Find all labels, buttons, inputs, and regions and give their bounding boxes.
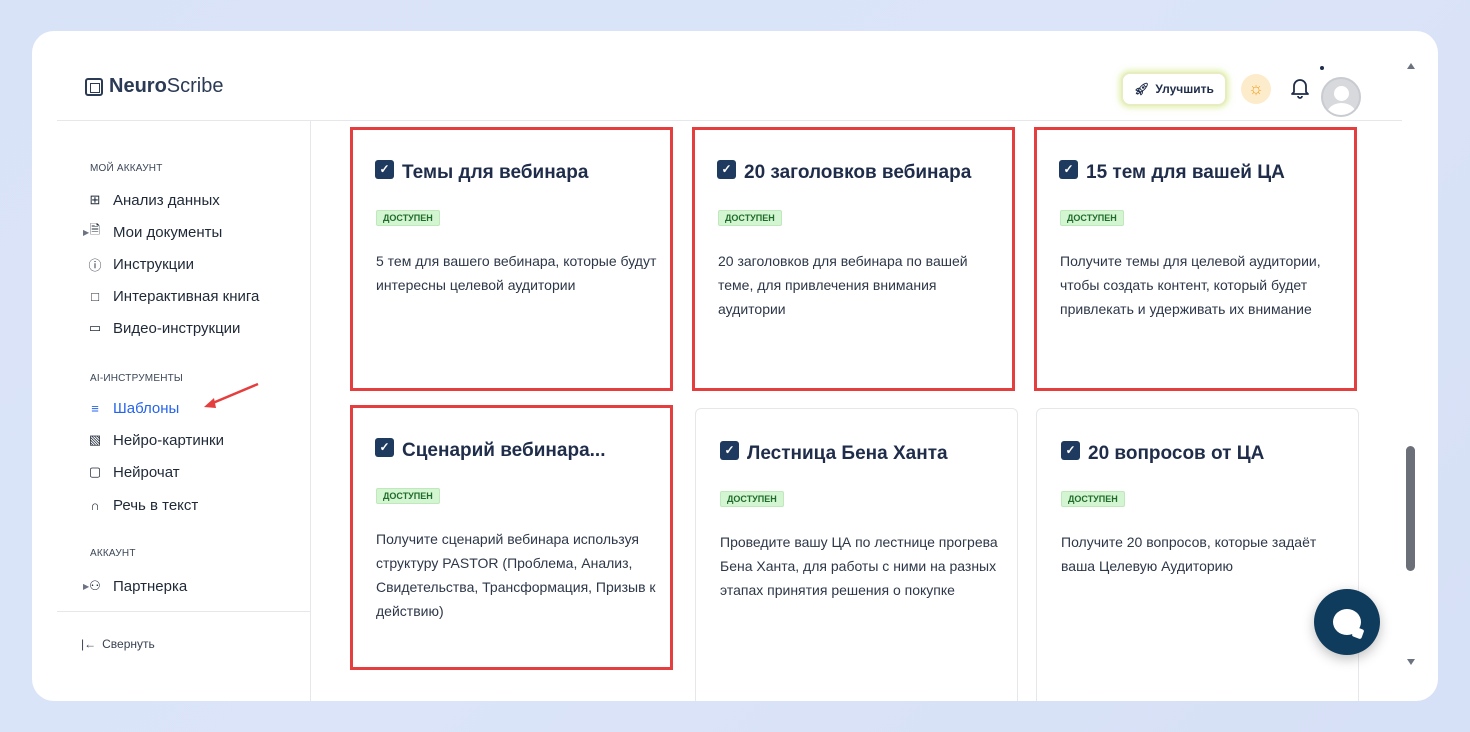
sidebar-item-neuro-images[interactable]: ▧ Нейро-картинки <box>87 429 224 451</box>
card-title-text: Лестница Бена Ханта <box>747 443 948 464</box>
card-title-text: 20 вопросов от ЦА <box>1088 443 1265 464</box>
section-title-my-account: МОЙ АККАУНТ <box>90 163 163 174</box>
card-description: Получите сценарий вебинара используя стр… <box>376 531 656 619</box>
collapse-button[interactable]: |← Свернуть <box>81 637 155 651</box>
users-icon: ⚇ <box>89 578 101 593</box>
sidebar-item-label: Шаблоны <box>113 399 180 417</box>
status-badge: ДОСТУПЕН <box>376 210 440 226</box>
card-description: Проведите вашу ЦА по лестнице прогрева Б… <box>720 534 998 598</box>
grid-icon: ⊞ <box>89 192 101 207</box>
section-title-ai-tools: AI-ИНСТРУМЕНТЫ <box>90 373 183 384</box>
logo-icon <box>85 77 103 96</box>
card-description: 5 тем для вашего вебинара, которые будут… <box>376 253 657 293</box>
sidebar-item-speech-to-text[interactable]: ∩ Речь в текст <box>87 494 198 516</box>
chat-icon: ▢ <box>88 464 102 479</box>
rocket-icon: 🚀︎ <box>1134 82 1150 96</box>
sidebar-item-label: Нейрочат <box>113 463 180 481</box>
section-title-account: АККАУНТ <box>90 548 136 559</box>
scroll-down-arrow-icon[interactable] <box>1407 659 1415 665</box>
card-title-text: 20 заголовков вебинара <box>744 162 972 183</box>
card-description: 20 заголовков для вебинара по вашей теме… <box>718 253 968 317</box>
sidebar-item-templates[interactable]: ≡ Шаблоны <box>87 397 179 419</box>
checkbox-icon: ✓ <box>1059 159 1078 179</box>
status-badge: ДОСТУПЕН <box>376 488 440 504</box>
card-title: ✓ Темы для вебинара <box>375 159 589 184</box>
annotation-arrow-icon <box>204 382 259 408</box>
checkbox-icon: ✓ <box>720 440 739 460</box>
template-card[interactable]: ✓ Лестница Бена Ханта ДОСТУПЕН Проведите… <box>695 408 1018 701</box>
top-header: NeuroScribe 🚀︎ Улучшить ☼ <box>32 31 1402 121</box>
sidebar-item-instructions[interactable]: ⓘ Инструкции <box>87 253 194 275</box>
scroll-up-arrow-icon[interactable] <box>1407 63 1415 69</box>
status-badge: ДОСТУПЕН <box>718 210 782 226</box>
sidebar-item-partner[interactable]: ▶ ⚇ Партнерка <box>83 575 188 597</box>
card-description: Получите 20 вопросов, которые задаёт ваш… <box>1061 534 1317 574</box>
theme-toggle-button[interactable]: ☼ <box>1241 74 1271 104</box>
card-title-text: 15 тем для вашей ЦА <box>1086 162 1285 183</box>
sidebar-item-label: Инструкции <box>113 255 195 273</box>
status-badge: ДОСТУПЕН <box>1060 210 1124 226</box>
sun-icon: ☼ <box>1248 79 1264 98</box>
video-icon: ▭ <box>88 320 102 335</box>
sidebar-item-label: Видео-инструкции <box>113 319 241 337</box>
sidebar-item-interactive-book[interactable]: □ Интерактивная книга <box>87 285 259 307</box>
card-title: ✓ Сценарий вебинара... <box>375 437 606 462</box>
notification-dot <box>1320 66 1324 70</box>
checkbox-icon: ✓ <box>375 437 394 457</box>
headphones-icon: ∩ <box>90 497 100 513</box>
checkbox-icon: ✓ <box>717 159 736 179</box>
template-card[interactable]: ✓ 20 вопросов от ЦА ДОСТУПЕН Получите 20… <box>1036 408 1359 701</box>
card-title: ✓ 20 заголовков вебинара <box>717 159 972 184</box>
template-card[interactable]: ✓ 20 заголовков вебинара ДОСТУПЕН 20 заг… <box>692 127 1015 391</box>
upgrade-label: Улучшить <box>1155 82 1214 96</box>
collapse-icon: |← <box>81 637 97 651</box>
sidebar-item-neurochat[interactable]: ▢ Нейрочат <box>87 461 180 483</box>
sidebar-item-label: Партнерка <box>113 577 188 595</box>
chat-widget-button[interactable] <box>1314 589 1380 655</box>
logo-bold-text: Neuro <box>109 75 167 97</box>
image-icon: ▧ <box>88 432 102 447</box>
status-badge: ДОСТУПЕН <box>1061 491 1125 507</box>
template-card[interactable]: ✓ 15 тем для вашей ЦА ДОСТУПЕН Получите … <box>1034 127 1357 391</box>
avatar[interactable] <box>1321 77 1361 117</box>
sidebar-footer-divider <box>57 611 311 612</box>
card-description: Получите темы для целевой аудитории, что… <box>1060 253 1321 317</box>
document-icon: 🗎 <box>89 222 101 237</box>
sidebar-item-video-instructions[interactable]: ▭ Видео-инструкции <box>87 317 241 339</box>
collapse-label: Свернуть <box>102 637 155 651</box>
card-title: ✓ Лестница Бена Ханта <box>720 440 948 465</box>
sidebar-item-label: Анализ данных <box>113 191 220 209</box>
caret-right-icon: ▶ <box>83 227 90 237</box>
caret-right-icon: ▶ <box>83 581 90 591</box>
status-badge: ДОСТУПЕН <box>720 491 784 507</box>
checkbox-icon: ✓ <box>375 159 394 179</box>
bell-icon[interactable] <box>1288 75 1312 101</box>
checkbox-icon: ✓ <box>1061 440 1080 460</box>
card-title-text: Сценарий вебинара... <box>402 440 606 461</box>
template-card[interactable]: ✓ Темы для вебинара ДОСТУПЕН 5 тем для в… <box>350 127 673 391</box>
card-title: ✓ 20 вопросов от ЦА <box>1061 440 1265 465</box>
sidebar-item-data-analysis[interactable]: ⊞ Анализ данных <box>87 189 220 211</box>
book-icon: □ <box>91 288 99 304</box>
card-title: ✓ 15 тем для вашей ЦА <box>1059 159 1285 184</box>
sidebar-item-my-documents[interactable]: ▶ 🗎 Мои документы <box>83 221 223 243</box>
sidebar-item-label: Мои документы <box>113 223 223 241</box>
sidebar-item-label: Речь в текст <box>113 496 199 514</box>
sidebar-item-label: Интерактивная книга <box>113 287 260 305</box>
template-card[interactable]: ✓ Сценарий вебинара... ДОСТУПЕН Получите… <box>350 405 673 670</box>
sidebar-item-label: Нейро-картинки <box>113 431 224 449</box>
logo-rest-text: Scribe <box>166 75 224 97</box>
upgrade-button[interactable]: 🚀︎ Улучшить <box>1121 72 1227 106</box>
app-window: NeuroScribe 🚀︎ Улучшить ☼ МОЙ АККАУНТ ⊞ … <box>32 31 1438 701</box>
scrollbar-thumb[interactable] <box>1406 446 1415 571</box>
layers-icon: ≡ <box>91 400 99 416</box>
sidebar: МОЙ АККАУНТ ⊞ Анализ данных ▶ 🗎 Мои доку… <box>57 121 311 701</box>
card-title-text: Темы для вебинара <box>402 162 589 183</box>
help-circle-icon: ⓘ <box>88 257 102 273</box>
templates-grid: ✓ Темы для вебинара ДОСТУПЕН 5 тем для в… <box>312 121 1402 701</box>
logo[interactable]: NeuroScribe <box>85 75 224 98</box>
chat-bubble-icon <box>1333 609 1361 635</box>
